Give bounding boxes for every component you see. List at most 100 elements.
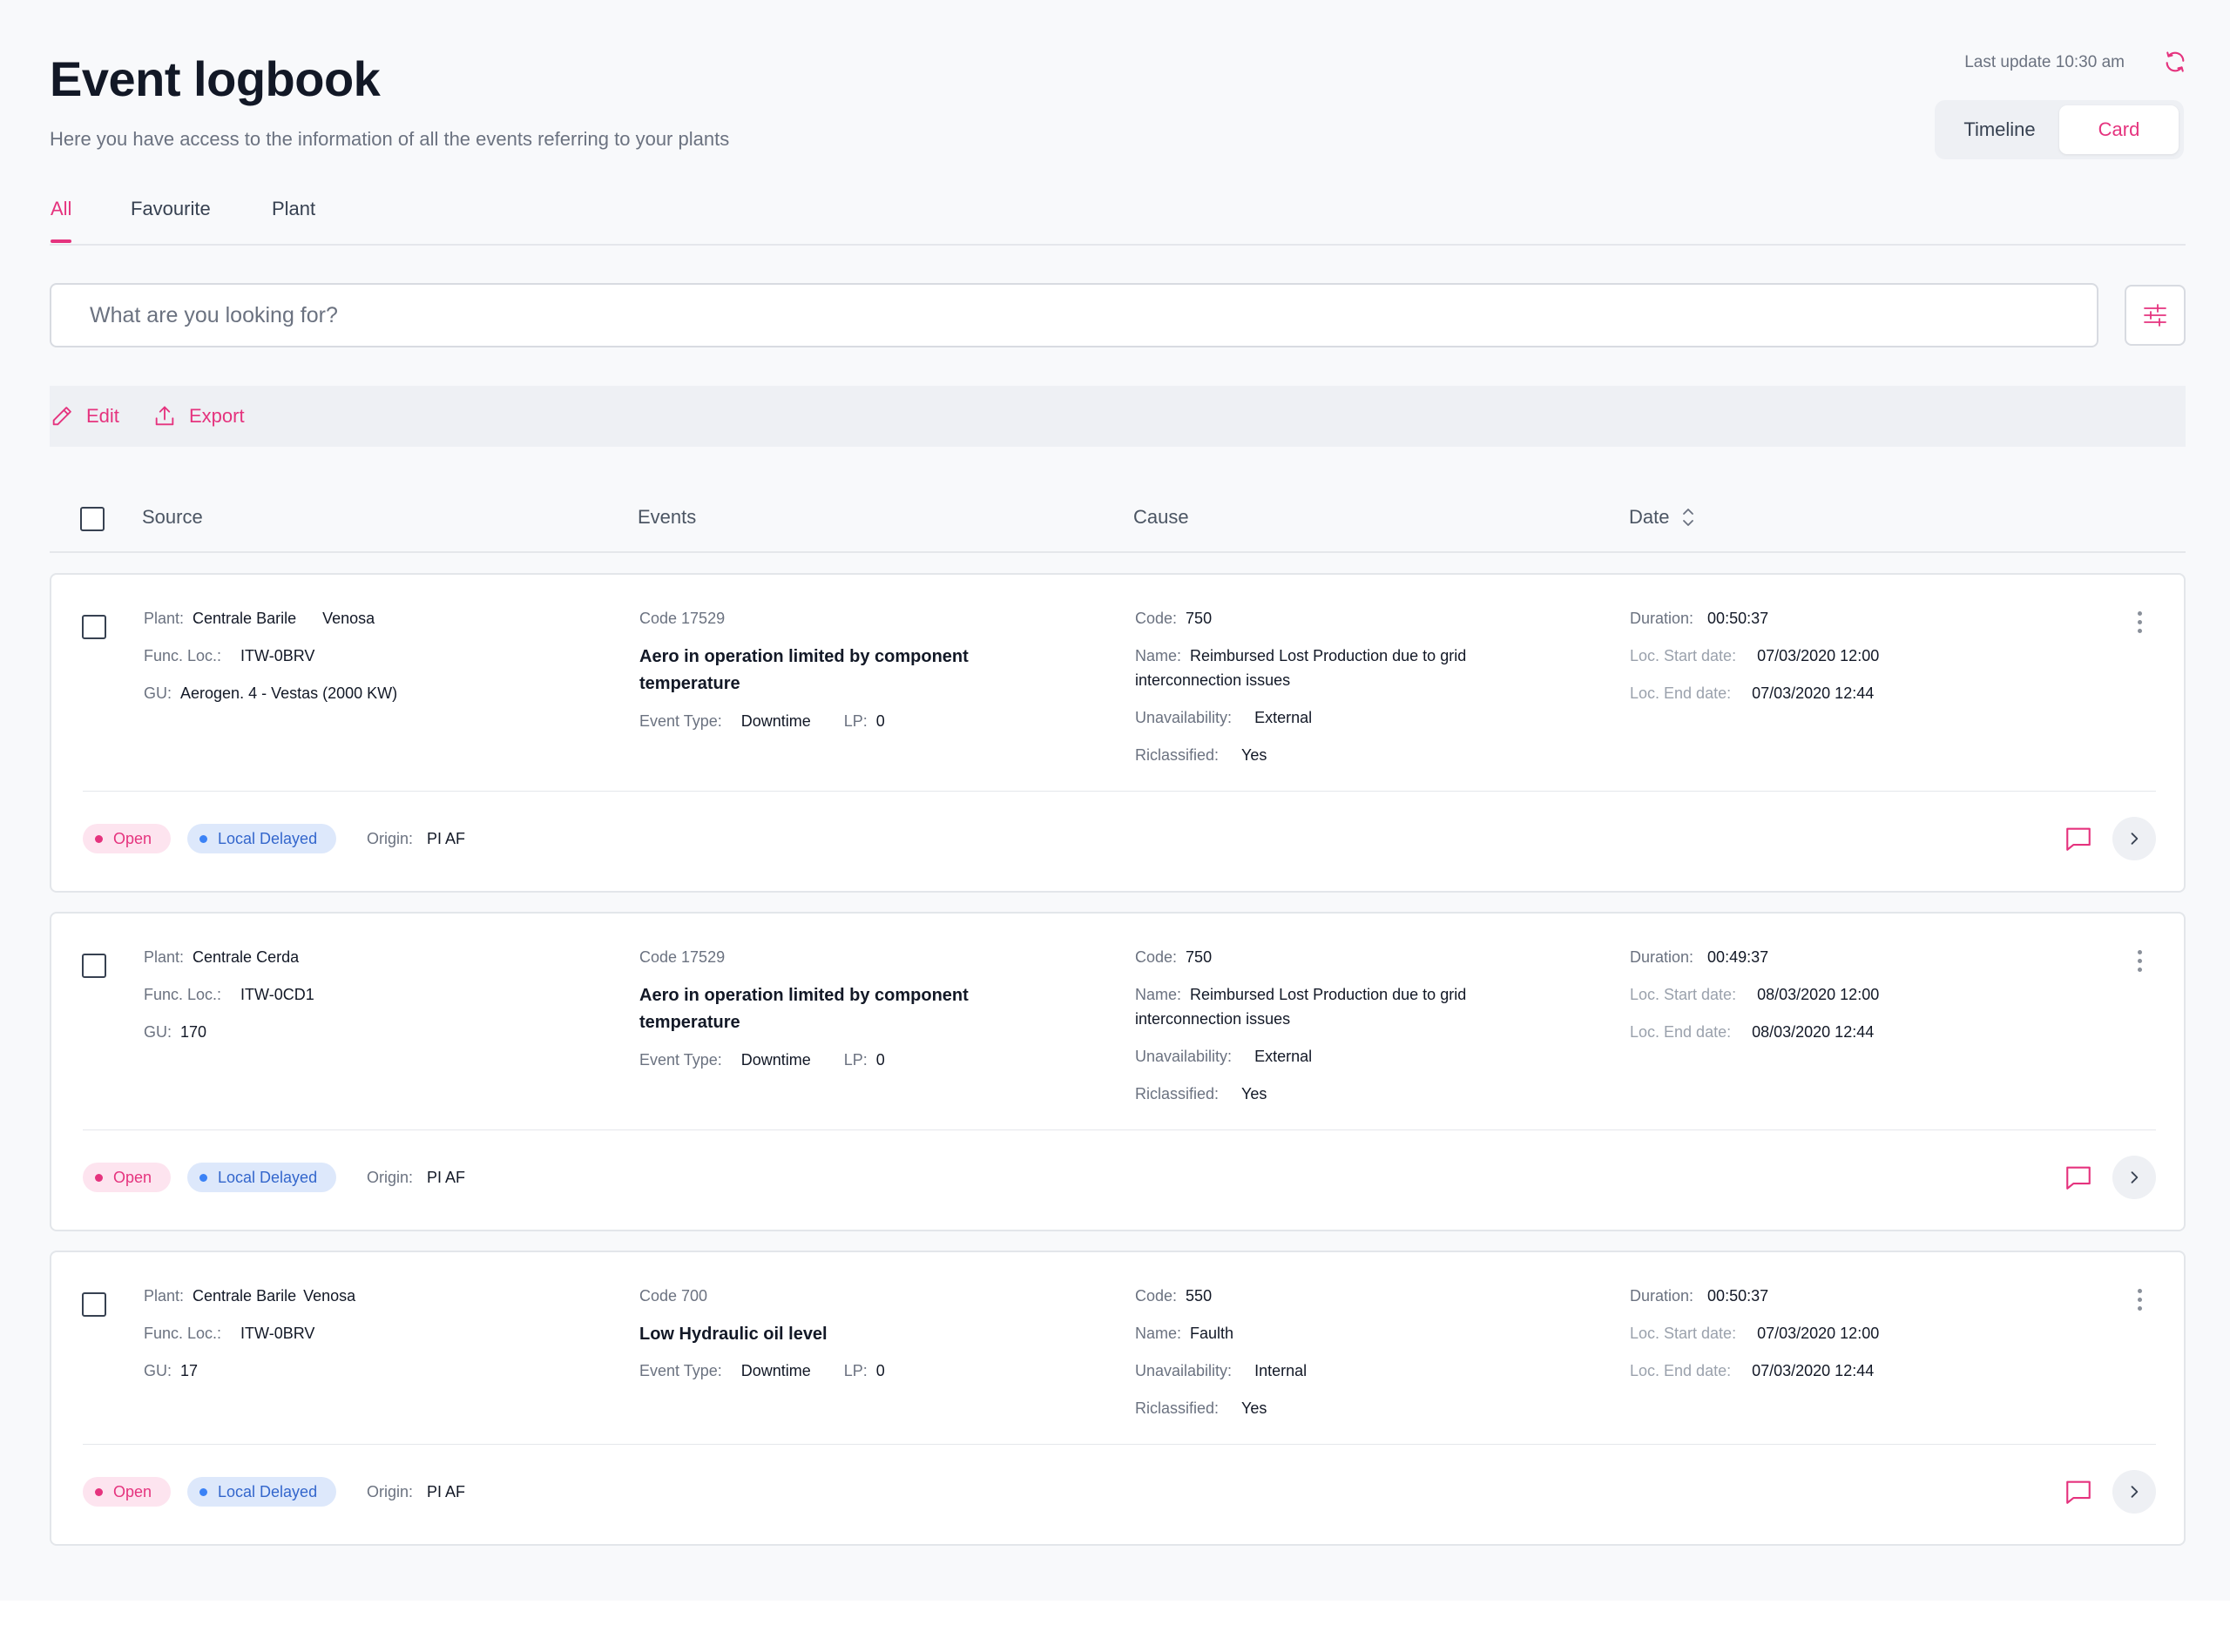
gu-value: 17 xyxy=(180,1362,199,1379)
event-type-row: Event Type: Downtime LP: 0 xyxy=(639,1051,885,1069)
table-header: Source Events Cause Date xyxy=(50,489,2186,553)
comment-icon[interactable] xyxy=(2064,824,2093,853)
origin-row: Origin: PI AF xyxy=(367,1483,465,1501)
cause-code-row: Code: 550 xyxy=(1135,1287,1212,1305)
loc-start-value: 07/03/2020 12:00 xyxy=(1757,1325,1880,1342)
cause-name-row: Name: Reimbursed Lost Production due to … xyxy=(1135,982,1518,1031)
plant-extra-value: Venosa xyxy=(322,610,375,627)
cause-name-row: Name: Faulth xyxy=(1135,1325,1233,1343)
plant-label: Plant: xyxy=(144,610,185,627)
plant-row: Plant: Centrale Barile Venosa xyxy=(144,1287,355,1305)
loc-start-label: Loc. Start date: xyxy=(1630,647,1737,664)
cause-code-value: 750 xyxy=(1186,948,1213,966)
unavailability-label: Unavailability: xyxy=(1135,1048,1233,1065)
kebab-menu-icon[interactable] xyxy=(2126,1282,2152,1317)
cause-code-label: Code: xyxy=(1135,948,1178,966)
loc-end-label: Loc. End date: xyxy=(1630,1362,1732,1379)
status-badge: Open xyxy=(83,1163,172,1192)
delay-label: Local Delayed xyxy=(218,1482,318,1500)
status-label: Open xyxy=(113,1168,152,1186)
origin-label: Origin: xyxy=(367,1169,414,1186)
event-code: Code 17529 xyxy=(639,610,726,627)
chevron-right-icon xyxy=(2131,1486,2139,1498)
func-loc-value: ITW-0BRV xyxy=(240,647,315,664)
event-type-label: Event Type: xyxy=(639,1051,722,1069)
loc-end-value: 08/03/2020 12:44 xyxy=(1752,1023,1875,1041)
row-checkbox[interactable] xyxy=(82,615,106,639)
tab-bar: All Favourite Plant xyxy=(50,187,2186,246)
row-checkbox[interactable] xyxy=(82,954,106,978)
event-code: Code 700 xyxy=(639,1287,708,1305)
event-type-row: Event Type: Downtime LP: 0 xyxy=(639,1362,885,1380)
func-loc-value: ITW-0BRV xyxy=(240,1325,315,1342)
cause-code-label: Code: xyxy=(1135,610,1178,627)
delay-label: Local Delayed xyxy=(218,829,318,847)
kebab-menu-icon[interactable] xyxy=(2126,604,2152,639)
refresh-icon[interactable] xyxy=(2163,50,2187,74)
unavailability-row: Unavailability: External xyxy=(1135,1048,1312,1066)
event-card: Plant: Centrale Barile Venosa Func. Loc.: I… xyxy=(50,1251,2186,1546)
bulk-action-bar: Edit Export xyxy=(50,386,2186,447)
open-event-button[interactable] xyxy=(2112,817,2156,860)
gu-row: GU: 170 xyxy=(144,1023,206,1042)
kebab-menu-icon[interactable] xyxy=(2126,943,2152,978)
edit-button[interactable]: Edit xyxy=(50,386,119,447)
plant-value: Centrale Cerda xyxy=(193,948,300,966)
lp-value: 0 xyxy=(875,1051,885,1069)
cause-code-value: 750 xyxy=(1186,610,1213,627)
origin-value: PI AF xyxy=(427,830,466,847)
status-badge: Open xyxy=(83,1477,172,1507)
column-date-sort[interactable]: Date xyxy=(1629,506,1695,529)
unavailability-label: Unavailability: xyxy=(1135,709,1233,726)
gu-label: GU: xyxy=(144,1023,172,1041)
event-card: Plant: Centrale Barile Venosa Func. Loc.: I… xyxy=(50,573,2186,893)
comment-icon[interactable] xyxy=(2064,1163,2093,1192)
cause-name-label: Name: xyxy=(1135,1325,1182,1342)
tab-plant[interactable]: Plant xyxy=(272,198,315,241)
lp-label: LP: xyxy=(843,1051,868,1069)
unavailability-value: External xyxy=(1254,709,1313,726)
loc-end-value: 07/03/2020 12:44 xyxy=(1752,1362,1875,1379)
column-source: Source xyxy=(142,506,203,528)
open-event-button[interactable] xyxy=(2112,1156,2156,1199)
lp-label: LP: xyxy=(843,712,868,730)
duration-value: 00:50:37 xyxy=(1707,610,1769,627)
func-loc-label: Func. Loc.: xyxy=(144,647,222,664)
tab-all[interactable]: All xyxy=(51,198,72,243)
pencil-icon xyxy=(52,407,71,426)
riclassified-value: Yes xyxy=(1241,1399,1267,1417)
edit-label: Edit xyxy=(86,405,119,427)
plant-label: Plant: xyxy=(144,1287,185,1305)
event-title: Low Hydraulic oil level xyxy=(639,1325,828,1344)
loc-start-value: 08/03/2020 12:00 xyxy=(1757,986,1880,1003)
duration-row: Duration: 00:50:37 xyxy=(1630,1287,1768,1305)
card-view-button[interactable]: Card xyxy=(2059,105,2179,154)
event-card: Plant: Centrale Cerda Func. Loc.: ITW-0CD1… xyxy=(50,912,2186,1231)
view-toggle: Timeline Card xyxy=(1935,100,2184,159)
plant-row: Plant: Centrale Cerda xyxy=(144,948,299,967)
func-loc-value: ITW-0CD1 xyxy=(240,986,314,1003)
lp-value: 0 xyxy=(875,712,885,730)
origin-label: Origin: xyxy=(367,830,414,847)
tab-favourite[interactable]: Favourite xyxy=(131,198,211,241)
export-button[interactable]: Export xyxy=(152,386,245,447)
plant-extra-value: Venosa xyxy=(303,1287,356,1305)
select-all-checkbox[interactable] xyxy=(80,507,105,531)
unavailability-value: Internal xyxy=(1254,1362,1308,1379)
row-checkbox[interactable] xyxy=(82,1292,106,1317)
search-input[interactable] xyxy=(50,283,2098,347)
event-type-row: Event Type: Downtime LP: 0 xyxy=(639,712,885,731)
func-loc-row: Func. Loc.: ITW-0BRV xyxy=(144,647,314,665)
comment-icon[interactable] xyxy=(2064,1477,2093,1507)
timeline-view-button[interactable]: Timeline xyxy=(1940,105,2059,154)
upload-icon xyxy=(155,406,174,426)
func-loc-row: Func. Loc.: ITW-0CD1 xyxy=(144,986,314,1004)
plant-value: Centrale Barile xyxy=(193,610,297,627)
gu-label: GU: xyxy=(144,1362,172,1379)
open-event-button[interactable] xyxy=(2112,1470,2156,1514)
event-title: Aero in operation limited by component t… xyxy=(639,647,969,693)
filter-button[interactable] xyxy=(2125,285,2186,346)
cause-name-value: Reimbursed Lost Production due to grid i… xyxy=(1135,986,1467,1028)
sort-icon xyxy=(1683,509,1694,526)
event-type-value: Downtime xyxy=(740,1362,811,1379)
